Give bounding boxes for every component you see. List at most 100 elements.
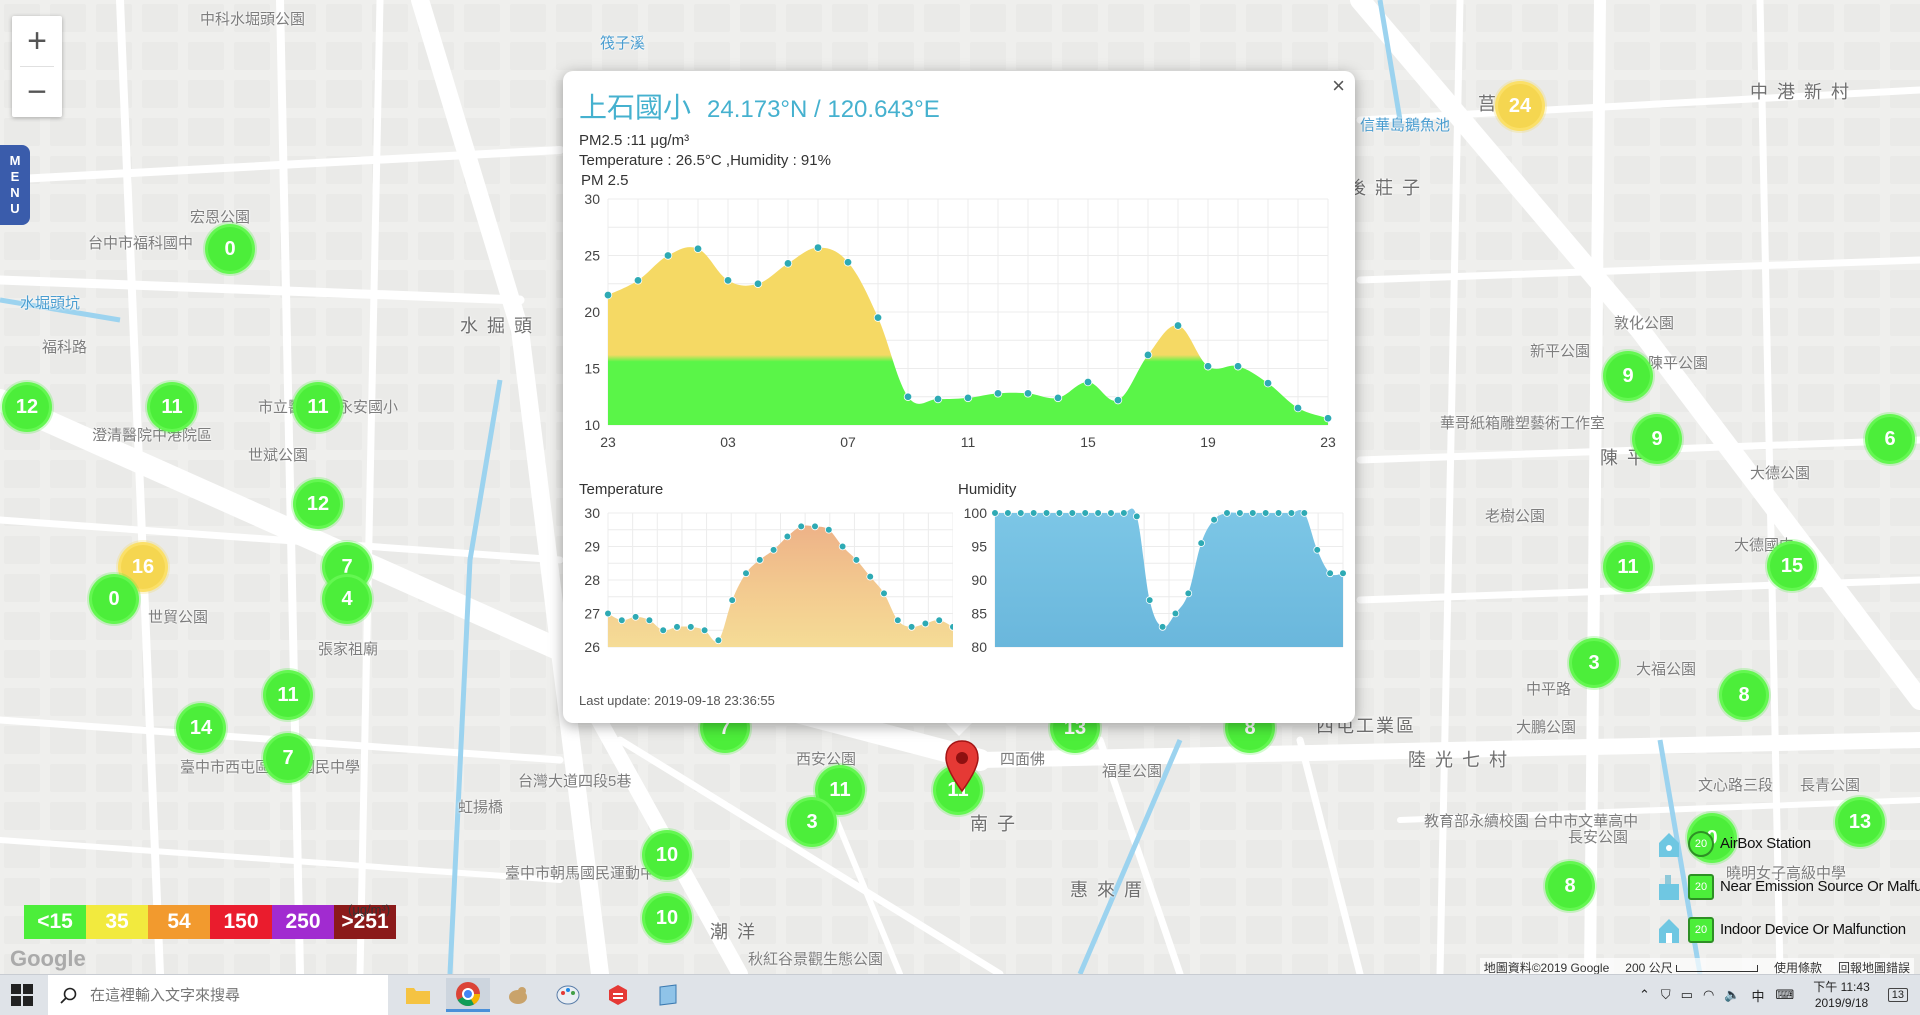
map-place-label: 福星公園 xyxy=(1102,763,1163,780)
data-point xyxy=(1053,393,1063,403)
file-explorer-app[interactable] xyxy=(396,978,440,1012)
station-marker[interactable]: 0 xyxy=(205,224,255,274)
data-point xyxy=(617,616,626,624)
station-marker[interactable]: 11 xyxy=(1603,542,1653,592)
notes-app[interactable] xyxy=(646,978,690,1012)
google-logo: Google xyxy=(10,946,86,971)
station-marker[interactable]: 3 xyxy=(787,797,837,847)
x-tick-label: 11 xyxy=(961,434,976,450)
clock[interactable]: 下午 11:43 2019/9/18 xyxy=(1813,979,1869,1011)
map-place-label: 宏恩公園 xyxy=(190,209,251,226)
zoom-out-button[interactable]: − xyxy=(12,67,62,117)
zoom-in-button[interactable]: + xyxy=(12,16,62,66)
station-marker[interactable]: 8 xyxy=(1719,670,1769,720)
clock-date: 2019/9/18 xyxy=(1814,996,1869,1010)
data-point xyxy=(1323,414,1333,423)
chevron-up-icon[interactable]: ⌃ xyxy=(1639,987,1650,1003)
station-marker[interactable]: 12 xyxy=(293,479,343,529)
map-canvas[interactable]: 中科水堀頭公園 宏恩公園 台中市福科國中 水堀頭坑 福科路水 掘 頭市立醫院 永安國小 澄清… xyxy=(0,0,1920,974)
map-place-label: 台灣大道四段5巷 xyxy=(518,773,632,790)
data-point xyxy=(893,616,902,624)
y-tick-label: 80 xyxy=(971,639,987,655)
station-marker[interactable]: 15 xyxy=(1767,541,1817,591)
report-error-link[interactable]: 回報地圖錯誤 xyxy=(1838,959,1910,974)
station-marker[interactable]: 12 xyxy=(2,382,52,432)
data-point xyxy=(907,623,916,631)
station-marker[interactable]: 0 xyxy=(89,574,139,624)
data-point xyxy=(1197,539,1206,547)
data-point xyxy=(1263,378,1273,388)
chrome-app[interactable] xyxy=(446,978,490,1012)
station-marker[interactable]: 11 xyxy=(147,382,197,432)
data-point xyxy=(1081,509,1090,517)
chrome-icon xyxy=(456,981,480,1006)
station-marker[interactable]: 10 xyxy=(642,830,692,880)
y-tick-label: 25 xyxy=(584,248,600,264)
map-place-label: 澄清醫院中港院區 xyxy=(92,427,213,444)
station-marker[interactable]: 7 xyxy=(263,733,313,783)
map-place-label: 華哥紙箱雕塑藝術工作室 xyxy=(1440,415,1606,432)
taskbar-search[interactable] xyxy=(48,975,388,1015)
station-marker[interactable]: 4 xyxy=(322,574,372,624)
map-place-label: 大德公園 xyxy=(1750,465,1811,482)
data-point xyxy=(797,522,806,531)
taskbar-search-input[interactable] xyxy=(88,985,372,1005)
station-marker[interactable]: 9 xyxy=(1603,351,1653,401)
station-marker[interactable]: 3 xyxy=(1569,638,1619,688)
station-marker[interactable]: 14 xyxy=(176,703,226,753)
station-marker[interactable]: 10 xyxy=(642,893,692,943)
data-point xyxy=(633,276,643,285)
indoor-badge: 20 xyxy=(1688,916,1714,943)
network-icon[interactable]: ◠ xyxy=(1703,987,1714,1003)
data-point xyxy=(993,389,1003,398)
data-point xyxy=(824,525,833,534)
station-type-legend: 20 AirBox Station 20 Near Emission Sourc… xyxy=(1656,822,1920,951)
data-point xyxy=(1107,509,1115,517)
sketchup-app[interactable] xyxy=(596,978,640,1012)
keyboard-icon[interactable]: ⌨ xyxy=(1776,987,1795,1003)
data-point xyxy=(1145,596,1154,604)
windows-taskbar: ⌃ ⛉ ▭ ◠ 🔈 中 ⌨ 下午 11:43 2019/9/18 13 xyxy=(0,974,1920,1015)
hum-chart-title: Humidity xyxy=(958,481,1017,498)
y-tick-label: 90 xyxy=(971,572,987,588)
data-point xyxy=(1158,623,1167,631)
bird-app[interactable] xyxy=(496,978,540,1012)
y-tick-label: 30 xyxy=(584,505,600,521)
close-popup-button[interactable]: × xyxy=(1332,73,1345,99)
selected-location-pin-icon[interactable] xyxy=(944,740,980,792)
x-tick-label: 19 xyxy=(1200,434,1216,450)
station-marker[interactable]: 11 xyxy=(263,670,313,720)
factory-icon xyxy=(1659,874,1679,900)
station-marker[interactable]: 8 xyxy=(1545,861,1595,911)
data-point xyxy=(1223,509,1231,517)
menu-tab[interactable]: MENU xyxy=(0,145,30,225)
shield-icon[interactable]: ⛉ xyxy=(1661,987,1671,1003)
data-point xyxy=(1171,609,1180,618)
data-point xyxy=(1029,509,1038,517)
map-place-label: 世貿公園 xyxy=(148,609,209,626)
y-tick-label: 10 xyxy=(584,417,600,433)
data-point xyxy=(880,589,888,598)
station-marker[interactable]: 9 xyxy=(1632,414,1682,464)
notification-center[interactable]: 13 xyxy=(1887,988,1908,1002)
data-point xyxy=(723,276,733,285)
pm-legend-cell: 54 xyxy=(148,905,210,939)
data-point xyxy=(866,572,875,581)
popup-title: 上石國小 24.173°N / 120.643°E xyxy=(579,86,940,126)
windows-start-icon[interactable] xyxy=(10,983,34,1007)
data-point xyxy=(753,279,763,288)
terms-link[interactable]: 使用條款 xyxy=(1774,959,1822,974)
volume-icon[interactable]: 🔈 xyxy=(1724,987,1740,1003)
battery-icon[interactable]: ▭ xyxy=(1681,987,1693,1003)
data-point xyxy=(1293,403,1303,413)
data-point xyxy=(659,626,667,635)
y-tick-label: 30 xyxy=(584,191,600,207)
paint-app[interactable] xyxy=(546,978,590,1012)
station-marker[interactable]: 11 xyxy=(293,382,343,432)
data-point xyxy=(1233,362,1243,371)
ime-indicator[interactable]: 中 xyxy=(1751,986,1764,1005)
data-point xyxy=(631,613,640,621)
station-marker[interactable]: 6 xyxy=(1865,414,1915,464)
station-info-popup: × 上石國小 24.173°N / 120.643°E PM2.5 :11 μg/… xyxy=(563,71,1355,723)
station-marker[interactable]: 24 xyxy=(1495,81,1545,131)
